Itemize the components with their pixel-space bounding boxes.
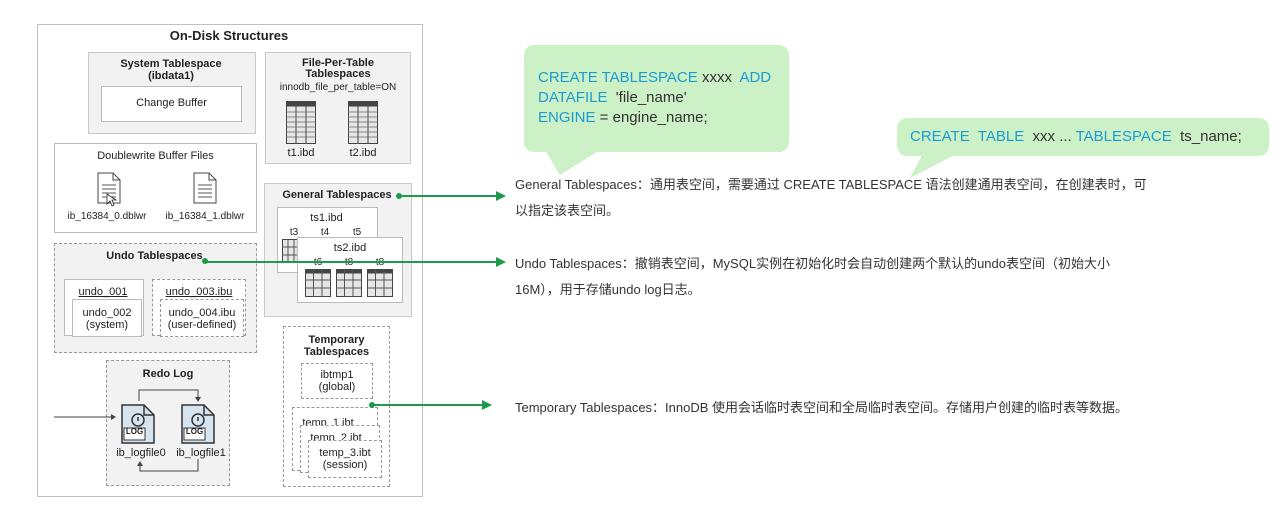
undo-description-line1: Undo Tablespaces：撤销表空间，MySQL实例在初始化时会自动创建… [515, 256, 1110, 271]
general-description-line1: General Tablespaces：通用表空间，需要通过 CREATE TA… [515, 177, 1147, 192]
undo-description: Undo Tablespaces：撤销表空间，MySQL实例在初始化时会自动创建… [515, 251, 1110, 303]
general-description-line2: 以指定该表空间。 [515, 203, 620, 218]
general-description: General Tablespaces：通用表空间，需要通过 CREATE TA… [515, 172, 1147, 224]
undo-description-line2: 16M），用于存储undo log日志。 [515, 282, 701, 297]
temporary-description: Temporary Tablespaces：InnoDB 使用会话临时表空间和全… [515, 395, 1128, 421]
temporary-description-line1: Temporary Tablespaces：InnoDB 使用会话临时表空间和全… [515, 400, 1129, 415]
